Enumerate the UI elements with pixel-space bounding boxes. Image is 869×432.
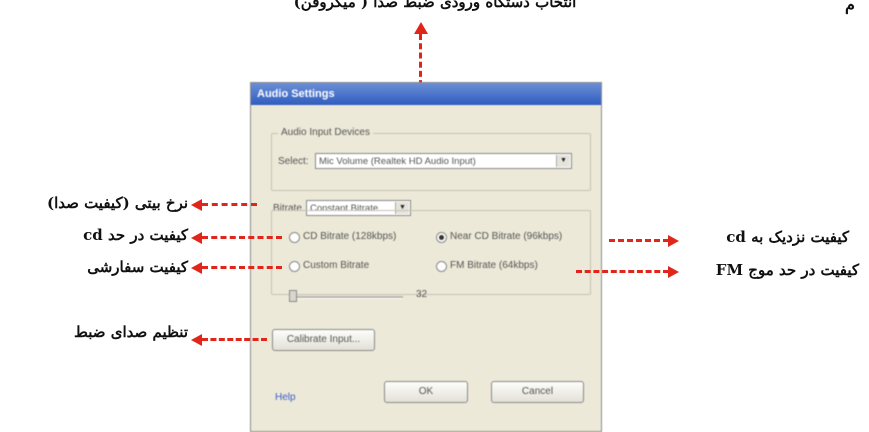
radio-fm-bitrate[interactable] (436, 261, 447, 272)
arrow-left-line (202, 203, 257, 206)
audio-input-devices-legend: Audio Input Devices (278, 127, 373, 138)
bitrate-slider-thumb[interactable] (289, 290, 297, 302)
radio-custom-bitrate[interactable] (289, 261, 300, 272)
arrow-right-head (668, 266, 679, 278)
radio-custom-bitrate-label: Custom Bitrate (303, 260, 370, 271)
annotation-custom-quality: کیفیت سفارشی (87, 258, 188, 276)
radio-cd-bitrate-label: CD Bitrate (128kbps) (303, 231, 397, 242)
annotation-fm: کیفیت در حد موج FM (715, 261, 859, 279)
help-link[interactable]: Help (275, 392, 296, 403)
cancel-button[interactable]: Cancel (491, 381, 584, 403)
arrow-left-head (191, 199, 202, 211)
corner-letter: م (845, 0, 855, 14)
bitrate-group (271, 210, 591, 295)
annotation-near-cd: کیفیت نزدیک به cd (726, 228, 849, 246)
arrow-right-head (668, 235, 679, 247)
annotation-cd-quality: کیفیت در حد cd (83, 226, 188, 244)
input-device-value: Mic Volume (Realtek HD Audio Input) (319, 156, 476, 167)
audio-input-devices-group: Audio Input Devices Select: Mic Volume (… (271, 127, 591, 191)
input-device-select[interactable]: Mic Volume (Realtek HD Audio Input) ▼ (315, 153, 572, 169)
annotation-calibrate: تنظیم صدای ضبط (74, 323, 188, 341)
radio-fm-bitrate-label: FM Bitrate (64kbps) (450, 260, 538, 271)
annotation-bitrate: نرخ بیتی (کیفیت صدا) (46, 194, 188, 212)
arrow-left-head (191, 262, 202, 274)
chevron-down-icon[interactable]: ▼ (556, 155, 570, 167)
arrow-left-head (191, 334, 202, 346)
calibrate-input-button[interactable]: Calibrate Input... (272, 329, 375, 351)
arrow-right-line (576, 270, 669, 273)
arrow-right-line (609, 239, 669, 242)
ok-button[interactable]: OK (384, 381, 468, 403)
audio-settings-dialog: Audio Settings Audio Input Devices Selec… (250, 82, 602, 432)
bitrate-slider-value: 32 (416, 289, 428, 300)
arrow-left-line (202, 338, 267, 341)
arrow-left-line (202, 236, 282, 239)
arrow-left-head (191, 232, 202, 244)
dialog-titlebar: Audio Settings (251, 83, 601, 105)
select-label: Select: (278, 156, 309, 167)
arrow-left-line (202, 266, 282, 269)
radio-near-cd-bitrate[interactable] (436, 232, 447, 243)
radio-cd-bitrate[interactable] (289, 232, 300, 243)
radio-near-cd-bitrate-label: Near CD Bitrate (96kbps) (450, 231, 563, 242)
arrow-up-head (414, 22, 428, 34)
bitrate-slider-track[interactable] (291, 296, 403, 299)
top-caption: انتخاب دستگاه ورودی ضبط صدا ( میکروفن) (293, 0, 577, 11)
